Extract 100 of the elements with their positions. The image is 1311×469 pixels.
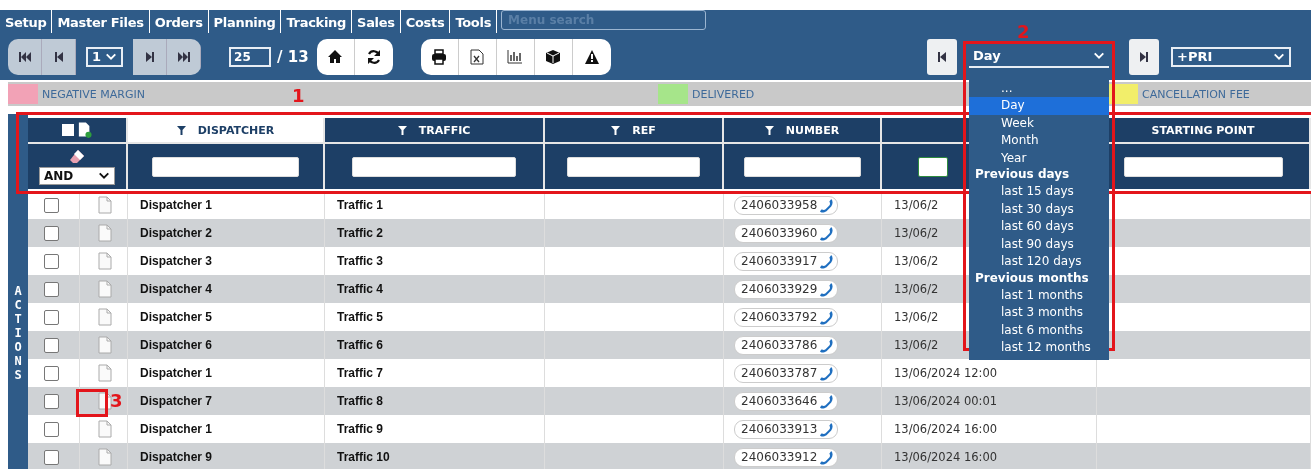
- home-icon: [327, 48, 344, 65]
- table-cell: 13/06/2024 16:00: [882, 443, 1097, 469]
- menu-item[interactable]: Master Files: [52, 10, 150, 33]
- phone-number-button[interactable]: 2406033958: [734, 195, 839, 215]
- menu-item[interactable]: Planning: [208, 10, 282, 33]
- row-checkbox[interactable]: [44, 225, 59, 241]
- menu-item[interactable]: Sales: [352, 10, 401, 33]
- table-cell: Traffic 8: [325, 387, 545, 415]
- menu-item[interactable]: Setup: [0, 10, 53, 33]
- row-checkbox[interactable]: [44, 421, 59, 437]
- row-checkbox[interactable]: [44, 393, 59, 409]
- next-page-button[interactable]: [133, 38, 168, 75]
- add-document-icon: [78, 121, 92, 139]
- legend-label: DELIVERED: [692, 87, 755, 101]
- menu-item[interactable]: Tracking: [281, 10, 353, 33]
- warning-button[interactable]: [572, 38, 611, 75]
- table-cell: Dispatcher 4: [128, 275, 325, 303]
- logic-select[interactable]: AND: [39, 166, 115, 185]
- row-checkbox[interactable]: [44, 337, 59, 353]
- row-checkbox[interactable]: [44, 449, 59, 465]
- table-cell: 13/06/2024 00:01: [882, 387, 1097, 415]
- phone-icon: [819, 225, 835, 241]
- previous-period-button[interactable]: [927, 38, 957, 75]
- dropdown-option[interactable]: ...: [969, 79, 1109, 98]
- page-select[interactable]: 1: [86, 46, 124, 67]
- row-checkbox[interactable]: [44, 365, 59, 381]
- phone-number-button[interactable]: 2406033917: [734, 251, 839, 271]
- page-total: / 13: [277, 47, 309, 66]
- filter-icon: [176, 125, 186, 135]
- row-checkbox[interactable]: [44, 253, 59, 269]
- home-button[interactable]: [316, 38, 355, 75]
- table-cell: Traffic 10: [325, 443, 545, 469]
- table-cell: Traffic 6: [325, 331, 545, 359]
- eraser-icon: [69, 148, 85, 165]
- filter-field[interactable]: [918, 156, 948, 177]
- row-checkbox[interactable]: [44, 281, 59, 297]
- row-checkbox[interactable]: [44, 309, 59, 325]
- phone-number-button[interactable]: 2406033646: [734, 391, 839, 411]
- box-button[interactable]: [534, 38, 573, 75]
- column-header[interactable]: TRAFFIC: [325, 118, 545, 142]
- actions-label: ACTIONS: [13, 284, 23, 382]
- table-cell: Dispatcher 9: [128, 443, 325, 469]
- priority-select[interactable]: +PRI: [1171, 46, 1291, 67]
- select-all-checkbox[interactable]: [62, 124, 74, 136]
- bar-chart-icon: [507, 48, 524, 65]
- phone-number-button[interactable]: 2406033912: [734, 447, 839, 467]
- skip-last-icon: [176, 49, 191, 64]
- phone-icon: [819, 449, 835, 465]
- printer-icon: [431, 48, 448, 65]
- table-cell: Dispatcher 7: [128, 387, 325, 415]
- previous-page-button[interactable]: [42, 38, 76, 75]
- dropdown-option[interactable]: Day: [969, 97, 1109, 115]
- table-cell: Traffic 4: [325, 275, 545, 303]
- row-checkbox[interactable]: [44, 197, 59, 213]
- phone-number-button[interactable]: 2406033786: [734, 335, 839, 355]
- phone-icon: [819, 393, 835, 409]
- document-icon: [98, 280, 112, 298]
- first-page-button[interactable]: [8, 38, 42, 75]
- refresh-button[interactable]: [354, 38, 393, 75]
- table-cell: Dispatcher 2: [128, 219, 325, 247]
- phone-number-button[interactable]: 2406033787: [734, 363, 839, 383]
- dropdown-option[interactable]: Year: [969, 149, 1109, 168]
- step-back-icon: [935, 49, 949, 64]
- document-icon: [98, 308, 112, 326]
- next-period-button[interactable]: [1129, 38, 1159, 75]
- document-icon: [98, 196, 112, 214]
- warning-icon: [583, 48, 600, 65]
- filter-icon: [611, 125, 621, 135]
- excel-export-button[interactable]: [458, 38, 497, 75]
- menu-item[interactable]: Orders: [149, 10, 209, 33]
- menu-item[interactable]: Costs: [400, 10, 451, 33]
- column-header[interactable]: REF: [545, 118, 724, 142]
- phone-number-button[interactable]: 2406033960: [734, 223, 839, 243]
- option-group-label: Previous days: [974, 167, 1071, 184]
- annotation-number: 1: [292, 85, 305, 106]
- phone-number-button[interactable]: 2406033913: [734, 419, 839, 439]
- document-icon: [98, 420, 112, 438]
- annotation-box: [76, 389, 108, 417]
- skip-first-icon: [17, 49, 32, 64]
- document-icon: [98, 252, 112, 270]
- phone-icon: [819, 281, 835, 297]
- print-button[interactable]: [420, 38, 459, 75]
- chart-button[interactable]: [496, 38, 535, 75]
- table-cell: Dispatcher 6: [128, 331, 325, 359]
- phone-number-button[interactable]: 2406033929: [734, 279, 839, 299]
- phone-icon: [819, 365, 835, 381]
- phone-icon: [819, 197, 835, 213]
- phone-number-button[interactable]: 2406033792: [734, 307, 839, 327]
- menu-item[interactable]: Tools: [450, 10, 498, 33]
- document-icon: [98, 336, 112, 354]
- page-size-field[interactable]: 25: [229, 46, 272, 67]
- step-forward-icon: [1137, 49, 1151, 64]
- last-page-button[interactable]: [167, 38, 202, 75]
- filter-icon: [397, 125, 407, 135]
- document-icon: [98, 364, 112, 382]
- phone-icon: [819, 309, 835, 325]
- actions-sidebar[interactable]: ACTIONS: [8, 114, 28, 469]
- annotation-number: 3: [110, 390, 123, 411]
- column-header[interactable]: NUMBER: [724, 118, 882, 142]
- legend-label: NEGATIVE MARGIN: [42, 87, 145, 101]
